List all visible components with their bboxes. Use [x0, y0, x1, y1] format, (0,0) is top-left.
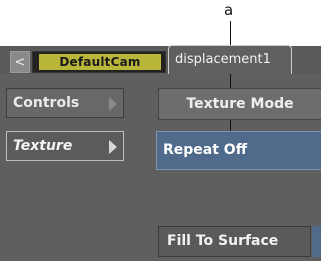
- sidebar-item-label: Controls: [13, 95, 80, 111]
- fill-to-surface-button[interactable]: Fill To Surface: [158, 226, 311, 257]
- chevron-right-icon: [109, 140, 117, 154]
- texture-mode-heading: Texture Mode: [158, 88, 321, 120]
- repeat-mode-button[interactable]: Repeat Off: [156, 131, 321, 170]
- callout-label: a: [224, 1, 234, 19]
- sidebar-item-texture[interactable]: Texture: [6, 131, 124, 161]
- adjacent-button-edge: [312, 226, 321, 257]
- chevron-right-icon: [109, 97, 117, 111]
- sidebar-item-controls[interactable]: Controls: [6, 88, 124, 118]
- tab-back-button[interactable]: <: [10, 51, 30, 73]
- sidebar-item-label: Texture: [13, 138, 73, 154]
- tab-displacement[interactable]: displacement1: [168, 45, 292, 74]
- callout-line: [230, 21, 231, 139]
- tab-default-cam[interactable]: DefaultCam: [32, 51, 166, 73]
- tab-default-cam-label: DefaultCam: [39, 54, 161, 70]
